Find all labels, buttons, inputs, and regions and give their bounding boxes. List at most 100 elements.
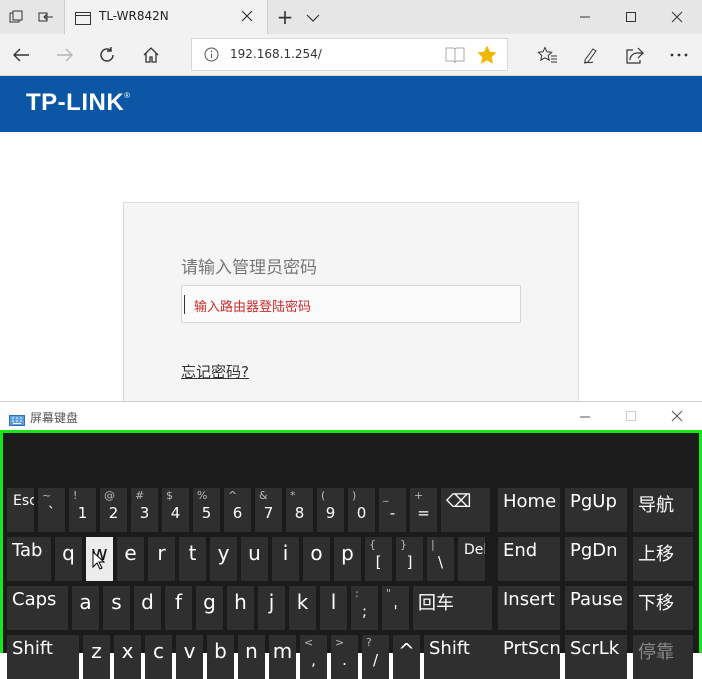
osk-close-icon[interactable] <box>670 408 684 427</box>
key-sym-2-11[interactable]: " ' <box>382 586 409 630</box>
key-tab-1-0[interactable]: Tab <box>7 537 51 581</box>
key-sym-3-10[interactable]: ? / <box>362 635 389 679</box>
key-del-1-14[interactable]: Del <box>458 537 485 581</box>
key-m-3-7[interactable]: m <box>269 635 296 679</box>
key-label: Esc <box>13 493 34 509</box>
new-tab-button[interactable]: + <box>270 2 300 32</box>
reading-view-icon[interactable] <box>445 46 465 68</box>
info-icon[interactable] <box>204 47 219 66</box>
key-0-0-11[interactable]: ) 0 <box>348 488 375 532</box>
key-sym-3-8[interactable]: <, <box>300 635 327 679</box>
close-tab-icon[interactable] <box>237 6 257 26</box>
nav-key-3-1[interactable]: ScrLk <box>565 635 627 679</box>
key-shift-3-0[interactable]: Shift <box>7 635 79 679</box>
key-sym-1-13[interactable]: | \ <box>427 537 454 581</box>
key-sym-0-12[interactable]: _ - <box>379 488 406 532</box>
key-q-1-1[interactable]: q <box>55 537 82 581</box>
nav-key-label: PrtScn <box>503 638 560 659</box>
key-7-0-8[interactable]: & 7 <box>255 488 282 532</box>
favorites-hub-icon[interactable] <box>530 38 564 72</box>
key-s-2-2[interactable]: s <box>103 586 130 630</box>
nav-key-0-2[interactable]: 导航 <box>633 488 693 532</box>
key-shift-symbol: ? <box>366 636 372 649</box>
nav-key-label: Home <box>503 491 557 512</box>
login-card: 请输入管理员密码 输入路由器登陆密码 忘记密码? <box>123 202 579 422</box>
key-sym-1-11[interactable]: {[ <box>365 537 392 581</box>
minimize-icon[interactable] <box>562 0 608 34</box>
close-window-icon[interactable] <box>654 0 700 34</box>
nav-key-3-0[interactable]: PrtScn <box>498 635 560 679</box>
nav-key-2-1[interactable]: Pause <box>565 586 627 630</box>
nav-key-2-2[interactable]: 下移 <box>633 586 693 630</box>
key-p-1-10[interactable]: p <box>334 537 361 581</box>
key-6-0-7[interactable]: ^ 6 <box>224 488 251 532</box>
key-y-1-6[interactable]: y <box>210 537 237 581</box>
key-g-2-5[interactable]: g <box>196 586 223 630</box>
address-bar[interactable]: 192.168.1.254/ <box>191 38 508 71</box>
nav-key-1-1[interactable]: PgDn <box>565 537 627 581</box>
nav-key-0-0[interactable]: Home <box>498 488 560 532</box>
url-text[interactable]: 192.168.1.254/ <box>230 47 322 61</box>
refresh-icon[interactable] <box>90 38 124 72</box>
home-icon[interactable] <box>134 38 168 72</box>
key-z-3-1[interactable]: z <box>83 635 110 679</box>
key-sym-1-12[interactable]: }] <box>396 537 423 581</box>
key-sym-0-13[interactable]: + = <box>410 488 437 532</box>
key-shift-3-12[interactable]: Shift <box>424 635 499 679</box>
password-input[interactable]: 输入路由器登陆密码 <box>181 285 521 323</box>
key-r-1-4[interactable]: r <box>148 537 175 581</box>
key-a-2-1[interactable]: a <box>72 586 99 630</box>
key-3-0-4[interactable]: #3 <box>131 488 158 532</box>
key-sym-0-14[interactable]: ⌫ <box>441 488 490 532</box>
key-9-0-10[interactable]: (9 <box>317 488 344 532</box>
key-sym-3-11[interactable]: ^ <box>393 635 420 679</box>
key-sym-2-12[interactable]: 回车 <box>413 586 492 630</box>
key-1-0-2[interactable]: ! 1 <box>69 488 96 532</box>
key-u-1-7[interactable]: u <box>241 537 268 581</box>
key-h-2-6[interactable]: h <box>227 586 254 630</box>
nav-key-1-0[interactable]: End <box>498 537 560 581</box>
key-n-3-6[interactable]: n <box>238 635 265 679</box>
key-x-3-2[interactable]: x <box>114 635 141 679</box>
osk-minimize-icon[interactable] <box>578 408 592 427</box>
chevron-down-icon[interactable] <box>300 2 326 32</box>
key-l-2-9[interactable]: l <box>320 586 347 630</box>
key-t-1-5[interactable]: t <box>179 537 206 581</box>
browser-tab[interactable]: TL-WR842N <box>64 0 268 34</box>
key-sym-2-10[interactable]: :; <box>351 586 378 630</box>
key-4-0-5[interactable]: $4 <box>162 488 189 532</box>
favorite-star-icon[interactable] <box>476 44 498 70</box>
key-sym-0-1[interactable]: ~ ` <box>38 488 65 532</box>
key-f-2-4[interactable]: f <box>165 586 192 630</box>
nav-key-label: Pause <box>570 589 623 610</box>
key-2-0-3[interactable]: @2 <box>100 488 127 532</box>
share-icon[interactable] <box>618 38 652 72</box>
back-arrow-icon[interactable] <box>4 38 38 72</box>
key-k-2-8[interactable]: k <box>289 586 316 630</box>
maximize-icon[interactable] <box>608 0 654 34</box>
key-v-3-4[interactable]: v <box>176 635 203 679</box>
forward-arrow-icon[interactable] <box>48 38 82 72</box>
web-note-pen-icon[interactable] <box>574 38 608 72</box>
key-d-2-3[interactable]: d <box>134 586 161 630</box>
key-sym-3-9[interactable]: >. <box>331 635 358 679</box>
nav-key-1-2[interactable]: 上移 <box>633 537 693 581</box>
nav-key-2-0[interactable]: Insert <box>498 586 560 630</box>
key-j-2-7[interactable]: j <box>258 586 285 630</box>
key-5-0-6[interactable]: % 5 <box>193 488 220 532</box>
osk-maximize-icon[interactable] <box>624 408 638 427</box>
key-caps-2-0[interactable]: Caps <box>7 586 68 630</box>
key-8-0-9[interactable]: * 8 <box>286 488 313 532</box>
nav-key-3-2[interactable]: 停靠 <box>633 635 693 679</box>
more-options-icon[interactable] <box>662 38 696 72</box>
key-esc-0-0[interactable]: Esc <box>7 488 34 532</box>
key-i-1-8[interactable]: i <box>272 537 299 581</box>
key-o-1-9[interactable]: o <box>303 537 330 581</box>
key-e-1-3[interactable]: e <box>117 537 144 581</box>
set-aside-tabs-icon[interactable] <box>30 0 62 34</box>
forgot-password-link[interactable]: 忘记密码? <box>181 361 249 382</box>
key-b-3-5[interactable]: b <box>207 635 234 679</box>
nav-key-0-1[interactable]: PgUp <box>565 488 627 532</box>
tab-overview-icon[interactable] <box>0 0 32 34</box>
key-c-3-3[interactable]: c <box>145 635 172 679</box>
